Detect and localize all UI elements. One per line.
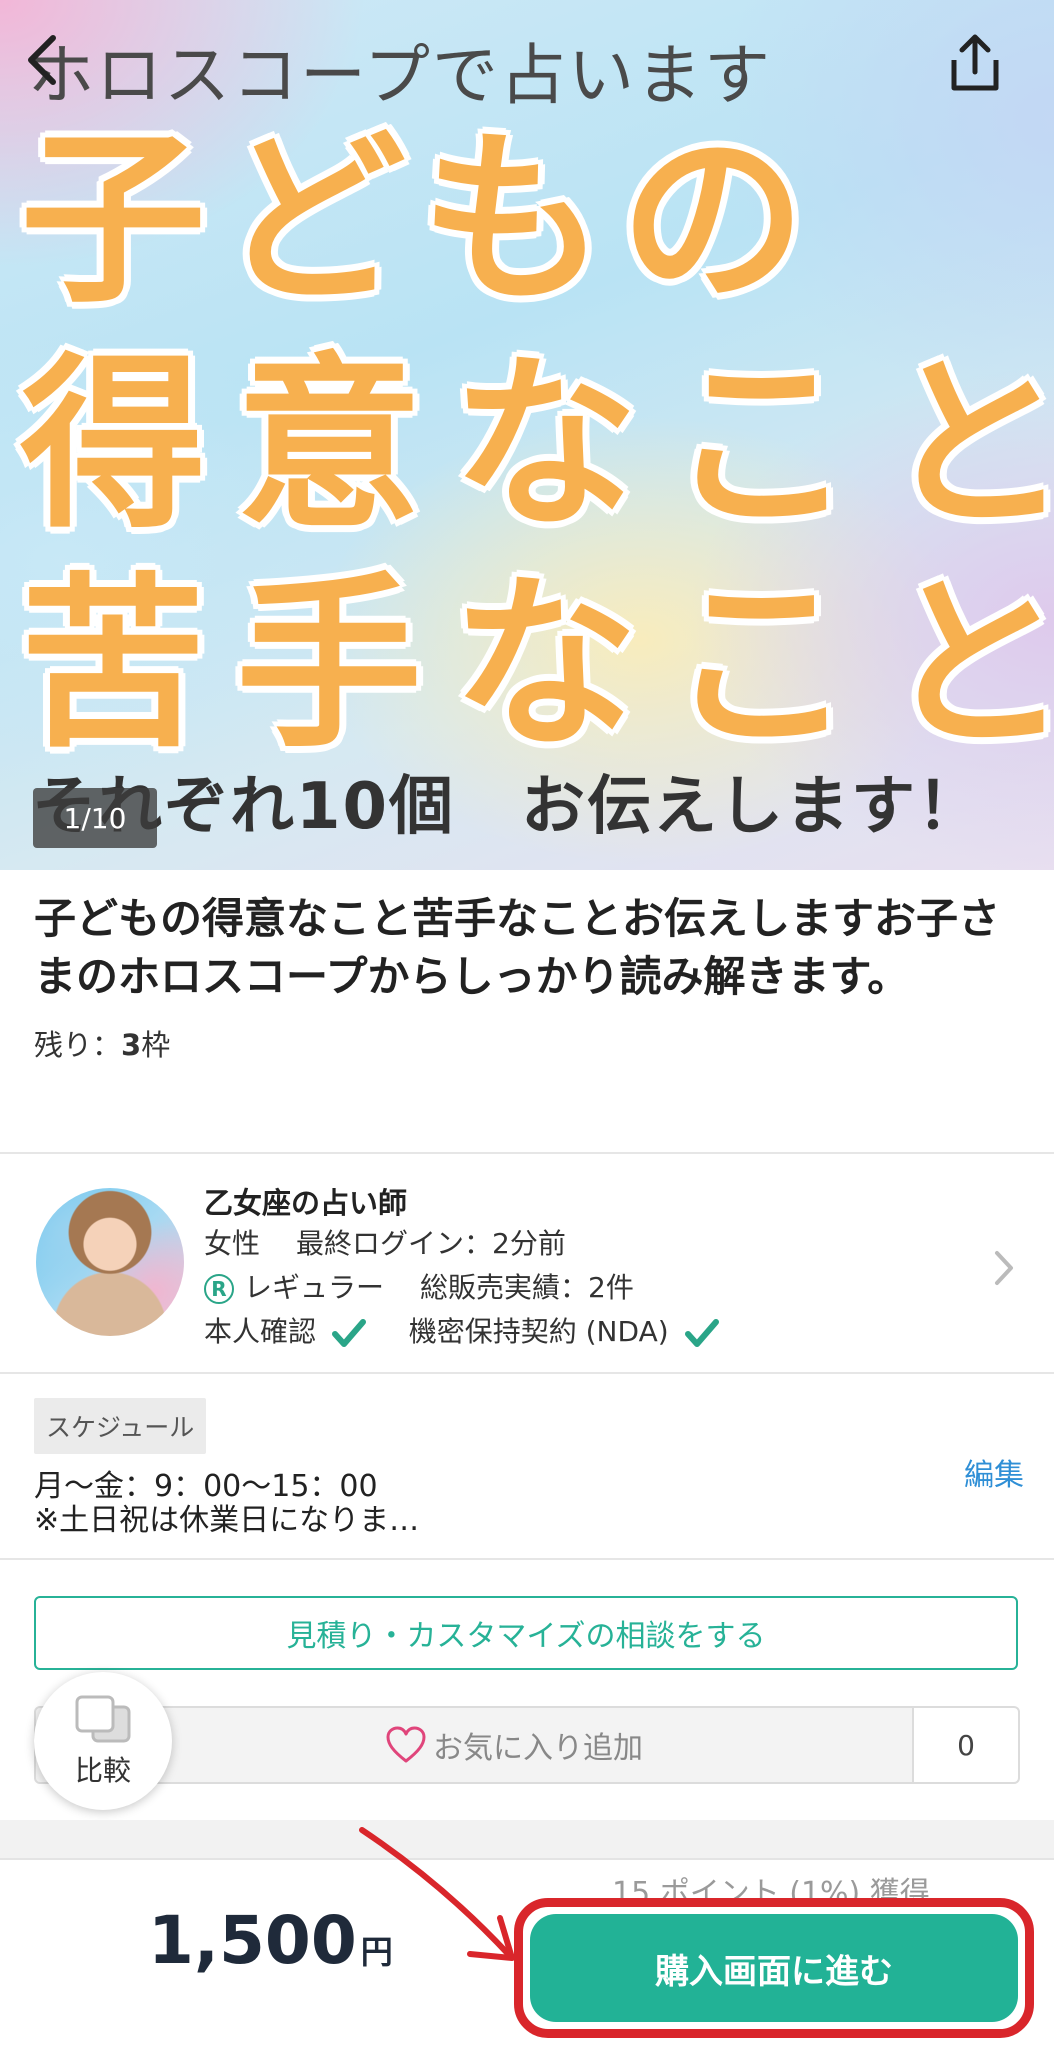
consult-button[interactable]: 見積り・カスタマイズの相談をする: [34, 1596, 1018, 1670]
product-title: 子どもの得意なこと苦手なことお伝えしますお子さまのホロスコープからしっかり読み解…: [34, 894, 1001, 1001]
buy-button[interactable]: 購入画面に進む: [530, 1914, 1018, 2022]
hero-bottom-text: それぞれ10個 お伝えします！: [32, 770, 984, 844]
hero-line-1: 子どもの: [20, 111, 821, 328]
seller-verifications: 本人確認 機密保持契約 (NDA): [204, 1310, 720, 1350]
remaining-label: 残り：: [34, 1028, 122, 1062]
check-icon: [684, 1319, 719, 1347]
schedule-section: スケジュール 月〜金：9：00〜15：00 ※土日祝は休業日になりま… 編集: [0, 1374, 1054, 1560]
avatar: [36, 1188, 184, 1336]
schedule-label: スケジュール: [34, 1398, 207, 1454]
seller-gender: 女性: [204, 1227, 261, 1260]
seller-last-login: 最終ログイン：2分前: [296, 1227, 566, 1260]
identity-verified-label: 本人確認: [204, 1315, 317, 1348]
hero-line-3: 苦手なこと: [20, 556, 1054, 773]
chevron-right-icon: [995, 1251, 1013, 1285]
remaining-value: 3: [121, 1028, 142, 1062]
seller-sales: 総販売実績：2件: [420, 1271, 634, 1304]
check-icon: [331, 1319, 366, 1347]
seller-name: 乙女座の占い師: [204, 1186, 408, 1220]
back-icon[interactable]: [18, 30, 68, 90]
divider: [0, 1152, 1054, 1154]
hero-subtitle: ホロスコープで占います: [28, 37, 773, 114]
hero-image[interactable]: ホロスコープで占います 子どもの 得意なこと 苦手なこと それぞれ10個 お伝え…: [0, 0, 1054, 870]
compare-icon: [75, 1695, 131, 1743]
heart-icon: [386, 1726, 426, 1763]
schedule-note: ※土日祝は休業日になりま…: [34, 1503, 420, 1538]
annotation-arrow-icon: [359, 1827, 515, 1961]
schedule-text: 月〜金：9：00〜15：00 ※土日祝は休業日になりま…: [34, 1470, 419, 1538]
favorite-count: 0: [912, 1706, 1020, 1784]
seller-meta: 女性 最終ログイン：2分前: [204, 1222, 566, 1262]
schedule-edit-link[interactable]: 編集: [964, 1450, 1024, 1494]
compare-label: 比較: [74, 1754, 131, 1787]
divider: [0, 1558, 1054, 1560]
seller-card[interactable]: 乙女座の占い師 女性 最終ログイン：2分前 R レギュラー 総販売実績：2件 本人確認…: [0, 1156, 1054, 1372]
price-value: 1,500: [148, 1902, 357, 1979]
schedule-hours: 月〜金：9：00〜15：00: [34, 1469, 378, 1504]
seller-rank-label: レギュラー: [244, 1271, 385, 1304]
seller-rank: R レギュラー 総販売実績：2件: [204, 1266, 634, 1306]
remaining-slots: 残り：3枠: [34, 1022, 1024, 1064]
favorite-label: お気に入り追加: [433, 1731, 643, 1766]
compare-button[interactable]: 比較: [34, 1672, 172, 1810]
share-icon[interactable]: [938, 28, 1012, 98]
remaining-unit: 枠: [141, 1028, 171, 1062]
image-counter: 1/10: [33, 788, 157, 848]
product-info: 子どもの得意なこと苦手なことお伝えしますお子さまのホロスコープからしっかり読み解…: [34, 890, 1024, 1064]
hero-line-2: 得意なこと: [20, 336, 1054, 553]
nda-label: 機密保持契約 (NDA): [408, 1315, 669, 1348]
regular-rank-icon: R: [204, 1274, 234, 1304]
